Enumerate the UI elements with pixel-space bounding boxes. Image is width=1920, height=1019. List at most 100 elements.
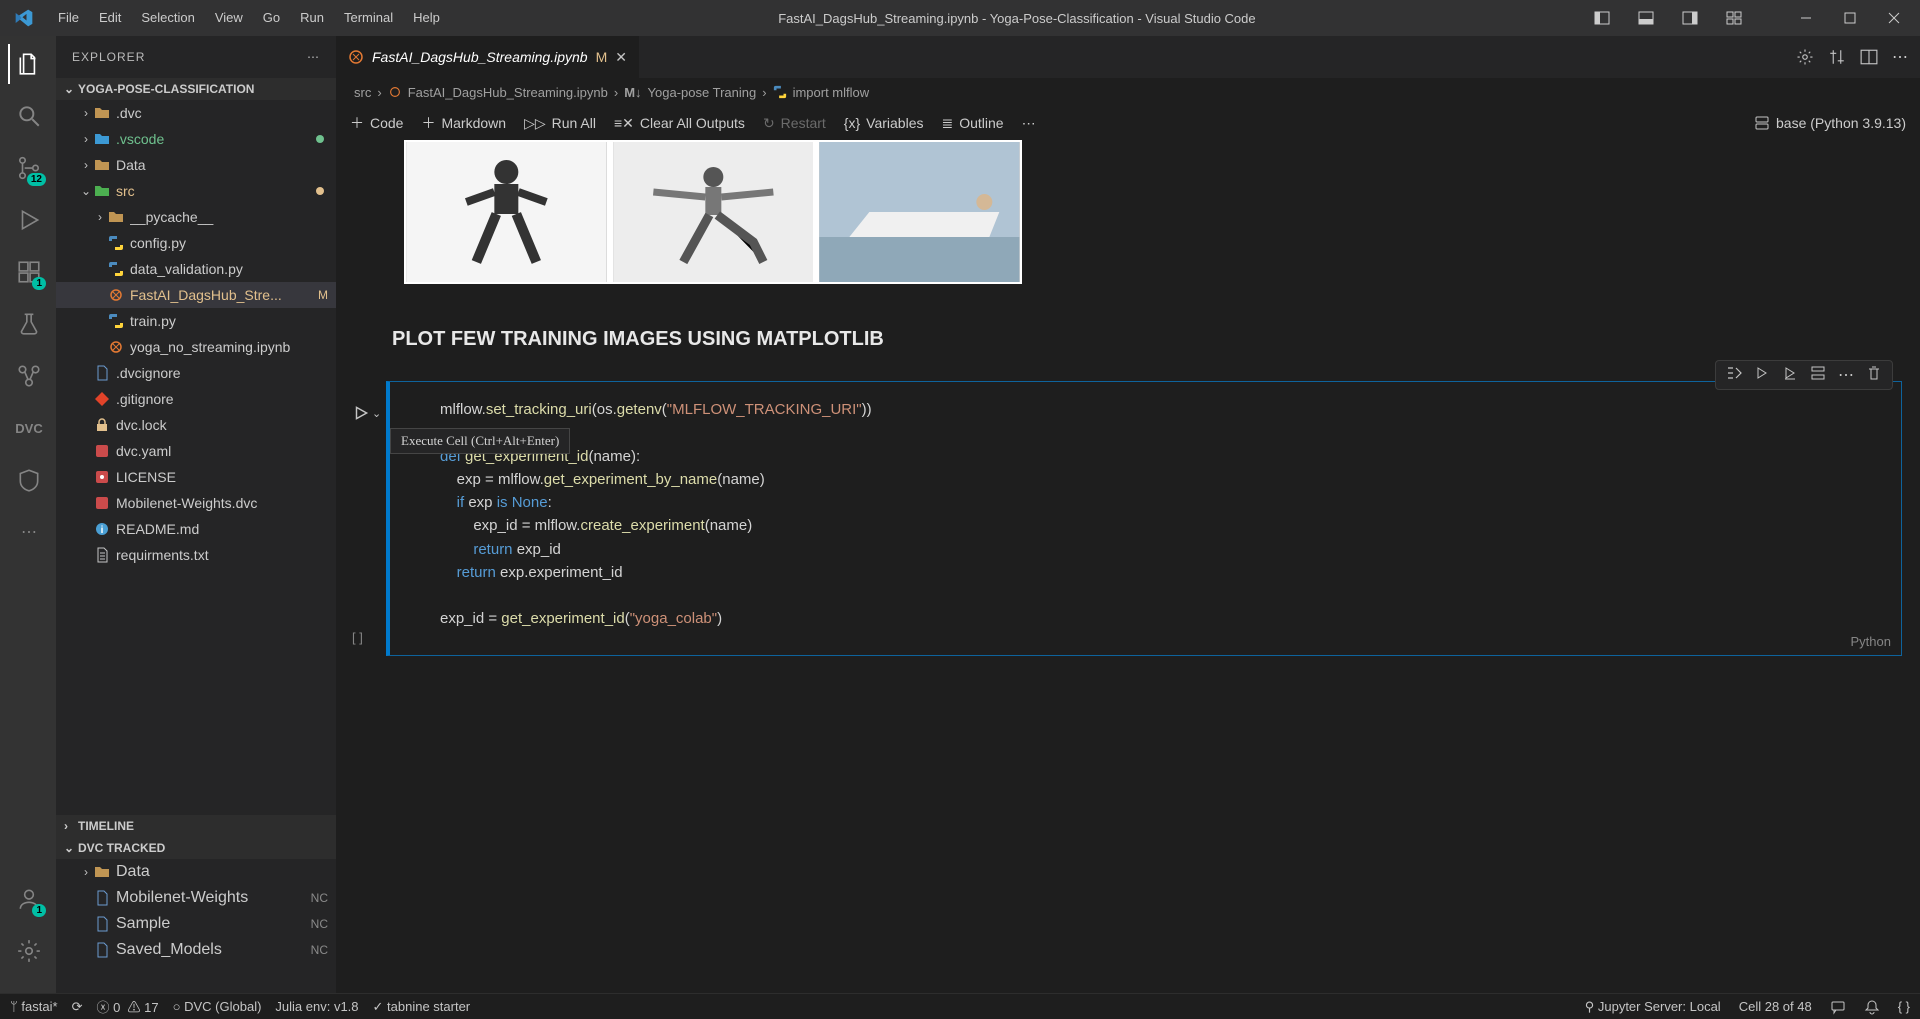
- crumb-file[interactable]: FastAI_DagsHub_Streaming.ipynb: [408, 85, 608, 100]
- status-julia[interactable]: Julia env: v1.8: [275, 999, 358, 1014]
- file-item[interactable]: yoga_no_streaming.ipynb: [56, 334, 336, 360]
- menu-view[interactable]: View: [205, 0, 253, 36]
- activity-extensions[interactable]: 1: [8, 252, 48, 292]
- status-branch[interactable]: ᛘ fastai*: [10, 999, 58, 1014]
- folder-item[interactable]: ⌄src: [56, 178, 336, 204]
- file-item[interactable]: config.py: [56, 230, 336, 256]
- execute-cell-button[interactable]: [352, 404, 370, 422]
- clear-outputs-button[interactable]: ≡✕Clear All Outputs: [614, 115, 745, 132]
- split-editor-icon[interactable]: [1860, 48, 1878, 66]
- file-item[interactable]: train.py: [56, 308, 336, 334]
- file-item[interactable]: SampleNC: [56, 911, 336, 937]
- editor-more-icon[interactable]: ⋯: [1892, 47, 1908, 67]
- status-feedback-icon[interactable]: [1830, 999, 1846, 1015]
- file-item[interactable]: Saved_ModelsNC: [56, 937, 336, 963]
- notebook-icon: [388, 85, 402, 99]
- cell-language[interactable]: Python: [1851, 634, 1891, 649]
- file-item[interactable]: dvc.lock: [56, 412, 336, 438]
- folder-item[interactable]: ›.vscode: [56, 126, 336, 152]
- decor: NC: [311, 891, 328, 905]
- file-icon: [94, 942, 112, 958]
- file-item[interactable]: .gitignore: [56, 386, 336, 412]
- item-label: LICENSE: [116, 469, 336, 485]
- folder-item[interactable]: ›.dvc: [56, 100, 336, 126]
- status-dvc[interactable]: ○ DVC (Global): [173, 999, 262, 1014]
- layout-sidebar-right-icon[interactable]: [1672, 0, 1708, 36]
- crumb-cell[interactable]: import mlflow: [793, 85, 870, 100]
- menu-help[interactable]: Help: [403, 0, 450, 36]
- diff-icon[interactable]: [1828, 48, 1846, 66]
- tab-close-icon[interactable]: ✕: [615, 49, 627, 66]
- editor-area: FastAI_DagsHub_Streaming.ipynb M ✕ ⋯ src…: [336, 36, 1920, 993]
- status-tabnine[interactable]: ✓ tabnine starter: [373, 999, 471, 1015]
- file-item[interactable]: iREADME.md: [56, 516, 336, 542]
- section-dvc-tracked[interactable]: ⌄DVC TRACKED: [56, 837, 336, 859]
- menu-selection[interactable]: Selection: [131, 0, 204, 36]
- code-editor[interactable]: mlflow.set_tracking_uri(os.getenv("MLFLO…: [390, 382, 1901, 655]
- activity-search[interactable]: [8, 96, 48, 136]
- editor-tab[interactable]: FastAI_DagsHub_Streaming.ipynb M ✕: [336, 36, 640, 78]
- section-timeline[interactable]: ›TIMELINE: [56, 815, 336, 837]
- folder-item[interactable]: ›__pycache__: [56, 204, 336, 230]
- activity-run-debug[interactable]: [8, 200, 48, 240]
- breadcrumbs[interactable]: src› FastAI_DagsHub_Streaming.ipynb› M↓ …: [336, 78, 1920, 106]
- layout-sidebar-left-icon[interactable]: [1584, 0, 1620, 36]
- close-icon[interactable]: [1876, 0, 1912, 36]
- activity-overflow[interactable]: ⋯: [8, 512, 48, 552]
- activity-remote[interactable]: [8, 356, 48, 396]
- menu-edit[interactable]: Edit: [89, 0, 131, 36]
- activity-testing[interactable]: [8, 304, 48, 344]
- menu-run[interactable]: Run: [290, 0, 334, 36]
- decor: [316, 132, 328, 146]
- item-label: .vscode: [116, 131, 336, 147]
- toolbar-more-icon[interactable]: ⋯: [1022, 115, 1036, 132]
- gear-icon[interactable]: [1796, 48, 1814, 66]
- folder-icon: [108, 209, 126, 225]
- activity-manage[interactable]: [8, 931, 48, 971]
- restart-button[interactable]: ↻Restart: [763, 115, 826, 132]
- file-item[interactable]: requirments.txt: [56, 542, 336, 568]
- git-icon: [94, 391, 112, 407]
- crumb-section[interactable]: Yoga-pose Traning: [648, 85, 757, 100]
- outline-button[interactable]: ≣Outline: [941, 115, 1003, 132]
- file-item[interactable]: Mobilenet-Weights.dvc: [56, 490, 336, 516]
- file-item[interactable]: dvc.yaml: [56, 438, 336, 464]
- execute-dropdown-icon[interactable]: ⌄: [372, 407, 381, 420]
- status-cell-position[interactable]: Cell 28 of 48: [1739, 999, 1812, 1014]
- status-sync-icon[interactable]: ⟳: [72, 999, 83, 1015]
- layout-customize-icon[interactable]: [1716, 0, 1752, 36]
- notebook-content[interactable]: PLOT FEW TRAINING IMAGES USING MATPLOTLI…: [336, 140, 1920, 993]
- file-item[interactable]: .dvcignore: [56, 360, 336, 386]
- add-code-button[interactable]: ＋Code: [350, 113, 403, 133]
- folder-item[interactable]: ›Data: [56, 152, 336, 178]
- folder-item[interactable]: ›Data: [56, 859, 336, 885]
- file-item[interactable]: Mobilenet-WeightsNC: [56, 885, 336, 911]
- add-markdown-button[interactable]: ＋Markdown: [421, 113, 506, 133]
- status-bell-icon[interactable]: [1864, 999, 1880, 1015]
- activity-project[interactable]: [8, 460, 48, 500]
- run-all-button[interactable]: ▷▷Run All: [524, 115, 596, 132]
- file-item[interactable]: LICENSE: [56, 464, 336, 490]
- maximize-icon[interactable]: [1832, 0, 1868, 36]
- layout-panel-icon[interactable]: [1628, 0, 1664, 36]
- menu-terminal[interactable]: Terminal: [334, 0, 403, 36]
- file-item[interactable]: data_validation.py: [56, 256, 336, 282]
- activity-source-control[interactable]: 12: [8, 148, 48, 188]
- menu-file[interactable]: File: [48, 0, 89, 36]
- dvc-tracked-label: DVC TRACKED: [78, 841, 165, 855]
- variables-button[interactable]: {x}Variables: [844, 115, 924, 131]
- activity-dvc[interactable]: DVC: [8, 408, 48, 448]
- minimize-icon[interactable]: [1788, 0, 1824, 36]
- kernel-picker[interactable]: base (Python 3.9.13): [1754, 115, 1906, 131]
- section-project[interactable]: ⌄YOGA-POSE-CLASSIFICATION: [56, 78, 336, 100]
- activity-explorer[interactable]: [8, 44, 48, 84]
- status-tabnine-icon[interactable]: { }: [1898, 999, 1910, 1014]
- code-cell[interactable]: ⌄ ⋯ Execute Cell (Ctrl+Alt+Enter) mlflow…: [386, 381, 1902, 656]
- status-jupyter[interactable]: ⚲ Jupyter Server: Local: [1585, 999, 1721, 1015]
- activity-accounts[interactable]: 1: [8, 879, 48, 919]
- crumb-src[interactable]: src: [354, 85, 371, 100]
- sidebar-more-icon[interactable]: ⋯: [307, 50, 320, 64]
- file-item[interactable]: FastAI_DagsHub_Stre...M: [56, 282, 336, 308]
- menu-go[interactable]: Go: [253, 0, 290, 36]
- status-problems[interactable]: ⓧ 0 ⚠ 17: [96, 997, 158, 1016]
